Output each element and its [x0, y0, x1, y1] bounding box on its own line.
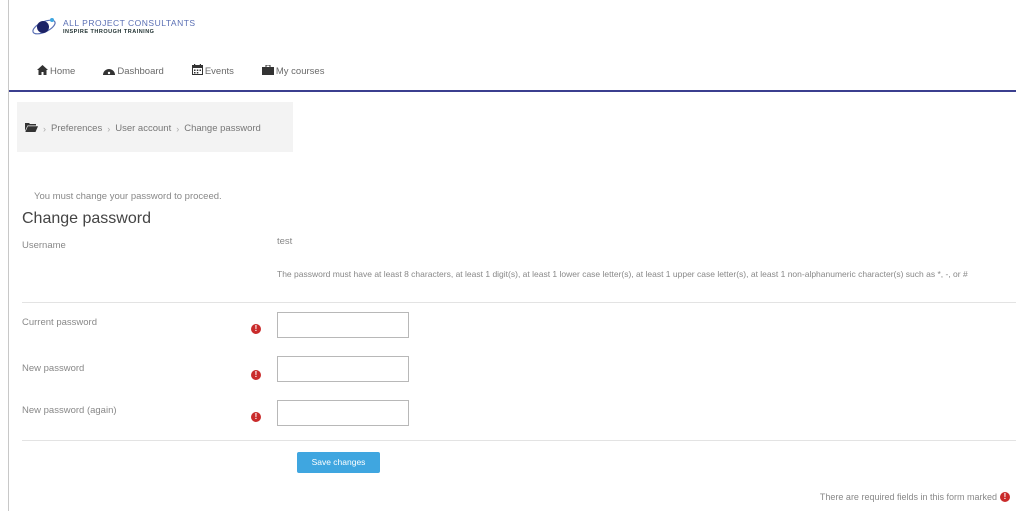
logo-tagline: INSPIRE THROUGH TRAINING	[63, 28, 155, 35]
nav-label-events: Events	[204, 65, 234, 77]
nav-label-dashboard: Dashboard	[117, 65, 164, 77]
breadcrumb-panel: › Preferences › User account › Change pa…	[17, 102, 293, 152]
new-password-input[interactable]	[277, 356, 409, 382]
username-label: Username	[22, 240, 66, 251]
save-changes-button[interactable]: Save changes	[297, 452, 380, 473]
divider	[22, 440, 1016, 441]
folder-icon[interactable]	[25, 122, 38, 135]
breadcrumb-separator: ›	[43, 123, 46, 134]
logo-title: ALL PROJECT CONSULTANTS	[63, 18, 196, 28]
password-rules-text: The password must have at least 8 charac…	[277, 269, 968, 279]
required-icon: !	[251, 370, 261, 380]
breadcrumb: › Preferences › User account › Change pa…	[25, 122, 261, 135]
site-header: ALL PROJECT CONSULTANTS INSPIRE THROUGH …	[9, 0, 1016, 92]
required-fields-text: There are required fields in this form m…	[819, 492, 997, 502]
nav-item-dashboard[interactable]: Dashboard	[103, 65, 164, 78]
nav-label-my-courses: My courses	[275, 65, 325, 77]
breadcrumb-separator: ›	[107, 123, 111, 134]
nav-item-my-courses[interactable]: My courses	[261, 64, 325, 78]
nav-item-home[interactable]: Home	[37, 64, 76, 78]
current-password-label: Current password	[22, 317, 97, 328]
current-password-input[interactable]	[277, 312, 409, 338]
dashboard-icon	[103, 65, 117, 78]
nav-item-events[interactable]: Events	[191, 64, 234, 78]
new-password-label: New password	[22, 363, 85, 374]
site-logo[interactable]: ALL PROJECT CONSULTANTS INSPIRE THROUGH …	[31, 14, 196, 40]
page-title: Change password	[22, 210, 151, 227]
breadcrumb-item-change-password: Change password	[184, 123, 261, 134]
logo-mark-icon	[31, 14, 57, 40]
main-nav: Home Dashboard Events My courses	[37, 64, 352, 78]
required-icon: !	[251, 324, 261, 334]
required-icon: !	[1000, 492, 1010, 502]
briefcase-icon	[261, 64, 276, 78]
breadcrumb-item-preferences[interactable]: Preferences	[51, 123, 102, 134]
new-password-again-input[interactable]	[277, 400, 409, 426]
divider	[22, 302, 1016, 303]
required-fields-note: There are required fields in this form m…	[820, 492, 1010, 502]
breadcrumb-item-user-account[interactable]: User account	[115, 123, 171, 134]
new-password-again-label: New password (again)	[22, 405, 117, 416]
nav-label-home: Home	[50, 65, 76, 77]
calendar-icon	[191, 64, 205, 78]
password-change-notice: You must change your password to proceed…	[34, 191, 222, 202]
home-icon	[37, 64, 50, 78]
breadcrumb-separator: ›	[176, 123, 180, 134]
required-icon: !	[251, 412, 261, 422]
username-value: test	[277, 236, 293, 247]
